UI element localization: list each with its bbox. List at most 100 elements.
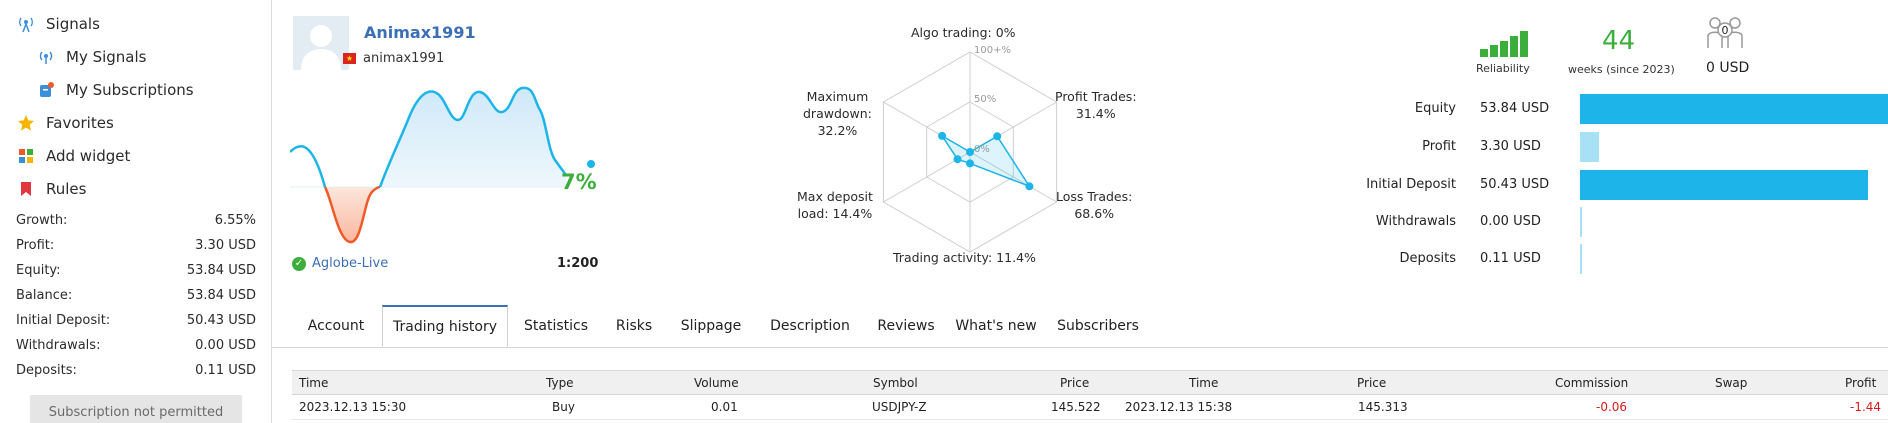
radar-label-max-drawdown: Maximum drawdown: 32.2%: [803, 88, 872, 139]
weeks-label: weeks (since 2023): [1568, 63, 1675, 76]
radar-label-title: Maximum: [806, 89, 869, 104]
nav-add-widget-label: Add widget: [46, 147, 131, 165]
broker-link[interactable]: ✓ Aglobe-Live: [292, 256, 388, 271]
col-price-close[interactable]: Price: [1357, 376, 1386, 390]
radar-point: [1025, 182, 1034, 191]
tab-bar: Account Trading history Statistics Risks…: [292, 305, 1888, 347]
risk-radar-chart: 100+% 50% 0%: [882, 45, 1058, 253]
tab-trading-history[interactable]: Trading history: [382, 305, 508, 347]
subscribers-count: 0: [1722, 24, 1729, 37]
stat-value: 53.84 USD: [186, 288, 256, 303]
col-symbol[interactable]: Symbol: [873, 376, 918, 390]
author-name[interactable]: Animax1991: [364, 23, 476, 42]
stat-value: 3.30 USD: [195, 238, 256, 253]
bar-row: Profit 3.30 USD: [1320, 132, 1888, 162]
growth-positive-area: [380, 87, 566, 187]
bar-mark: [1580, 207, 1582, 237]
radar-label-algo: Algo trading: 0%: [911, 25, 1016, 40]
bar-category-label: Profit: [1422, 139, 1456, 154]
nav-favorites[interactable]: Favorites: [16, 113, 114, 133]
radar-label-mid: drawdown:: [803, 106, 872, 121]
nav-add-widget[interactable]: Add widget: [16, 146, 130, 166]
stat-initial-deposit: Initial Deposit: 50.43 USD: [16, 313, 256, 328]
stat-label: Balance:: [16, 288, 73, 303]
nav-my-subscriptions[interactable]: My Subscriptions: [36, 80, 194, 100]
radar-scale-top: 100+%: [974, 45, 1011, 56]
growth-chart: [290, 86, 568, 244]
stat-label: Growth:: [16, 213, 68, 228]
col-price-open[interactable]: Price: [1060, 376, 1089, 390]
table-row[interactable]: 2023.12.13 15:30 Buy 0.01 USDJPY-Z 145.5…: [292, 395, 1888, 420]
subscription-button[interactable]: Subscription not permitted: [30, 395, 242, 423]
growth-percent: 7%: [561, 170, 597, 194]
bar-value-label: 53.84 USD: [1480, 101, 1550, 116]
col-profit[interactable]: Profit: [1845, 376, 1876, 390]
bar-value-label: 0.00 USD: [1480, 214, 1541, 229]
bar-row: Withdrawals 0.00 USD: [1320, 207, 1888, 237]
leverage: 1:200: [557, 256, 599, 271]
bar-value-label: 50.43 USD: [1480, 177, 1550, 192]
stat-value: 0.11 USD: [195, 363, 256, 378]
stat-growth: Growth: 6.55%: [16, 213, 256, 228]
radar-point: [938, 131, 947, 140]
tab-statistics[interactable]: Statistics: [510, 305, 602, 347]
reliability-label: Reliability: [1476, 62, 1530, 75]
cell-time-close: 2023.12.13 15:38: [1125, 400, 1233, 414]
sidebar: Signals My Signals My Subscriptions Favo…: [0, 0, 272, 423]
bar-category-label: Withdrawals: [1375, 214, 1456, 229]
nav-signals[interactable]: Signals: [16, 14, 100, 34]
bookmark-icon: [16, 179, 36, 199]
avatar[interactable]: [293, 16, 349, 70]
broker-name: Aglobe-Live: [312, 256, 389, 271]
bar-mark: [1580, 170, 1869, 200]
tab-account[interactable]: Account: [292, 305, 380, 347]
col-type[interactable]: Type: [546, 376, 574, 390]
nav-my-signals[interactable]: My Signals: [36, 47, 146, 67]
stat-label: Profit:: [16, 238, 55, 253]
tab-description[interactable]: Description: [758, 305, 862, 347]
col-time-close[interactable]: Time: [1189, 376, 1218, 390]
bar-category-label: Initial Deposit: [1366, 177, 1456, 192]
tab-subscribers[interactable]: Subscribers: [1044, 305, 1152, 347]
stat-profit: Profit: 3.30 USD: [16, 238, 256, 253]
tab-divider: [272, 347, 1888, 348]
nav-rules-label: Rules: [46, 180, 87, 198]
col-commission[interactable]: Commission: [1555, 376, 1628, 390]
growth-end-marker: [587, 160, 595, 168]
radar-label-title: Profit Trades:: [1055, 89, 1137, 104]
signal-antenna-icon: [16, 14, 36, 34]
stat-deposits: Deposits: 0.11 USD: [16, 363, 256, 378]
radar-label-value: 32.2%: [817, 123, 858, 138]
cell-price-open: 145.522: [1051, 400, 1101, 414]
stat-withdrawals: Withdrawals: 0.00 USD: [16, 338, 256, 353]
col-volume[interactable]: Volume: [694, 376, 739, 390]
stat-label: Deposits:: [16, 363, 77, 378]
radar-point: [966, 148, 974, 156]
radar-label-loss-trades: Loss Trades: 68.6%: [1056, 188, 1132, 222]
tab-risks[interactable]: Risks: [604, 305, 664, 347]
radar-point: [953, 155, 962, 164]
tab-reviews[interactable]: Reviews: [864, 305, 948, 347]
stat-equity: Equity: 53.84 USD: [16, 263, 256, 278]
subscriptions-icon: [36, 80, 56, 100]
nav-signals-label: Signals: [46, 15, 100, 33]
nav-rules[interactable]: Rules: [16, 179, 86, 199]
stat-label: Withdrawals:: [16, 338, 101, 353]
col-time-open[interactable]: Time: [299, 376, 328, 390]
vietnam-flag-icon: ★: [343, 53, 356, 64]
col-swap[interactable]: Swap: [1715, 376, 1747, 390]
tab-whats-new[interactable]: What's new: [950, 305, 1042, 347]
cell-volume: 0.01: [711, 400, 738, 414]
radar-label-title: Loss Trades:: [1056, 189, 1133, 204]
bar-value-label: 3.30 USD: [1480, 139, 1541, 154]
subscribers-funds: 0 USD: [1706, 60, 1750, 76]
radar-label-profit-trades: Profit Trades: 31.4%: [1055, 88, 1137, 122]
cell-time-open: 2023.12.13 15:30: [299, 400, 407, 414]
nav-my-signals-label: My Signals: [66, 48, 147, 66]
stat-balance: Balance: 53.84 USD: [16, 288, 256, 303]
cell-symbol: USDJPY-Z: [872, 400, 927, 414]
radar-label-value: 68.6%: [1074, 206, 1115, 221]
bar-row: Initial Deposit 50.43 USD: [1320, 170, 1888, 200]
tab-slippage[interactable]: Slippage: [666, 305, 756, 347]
subscribers-icon: 0: [1707, 17, 1743, 48]
